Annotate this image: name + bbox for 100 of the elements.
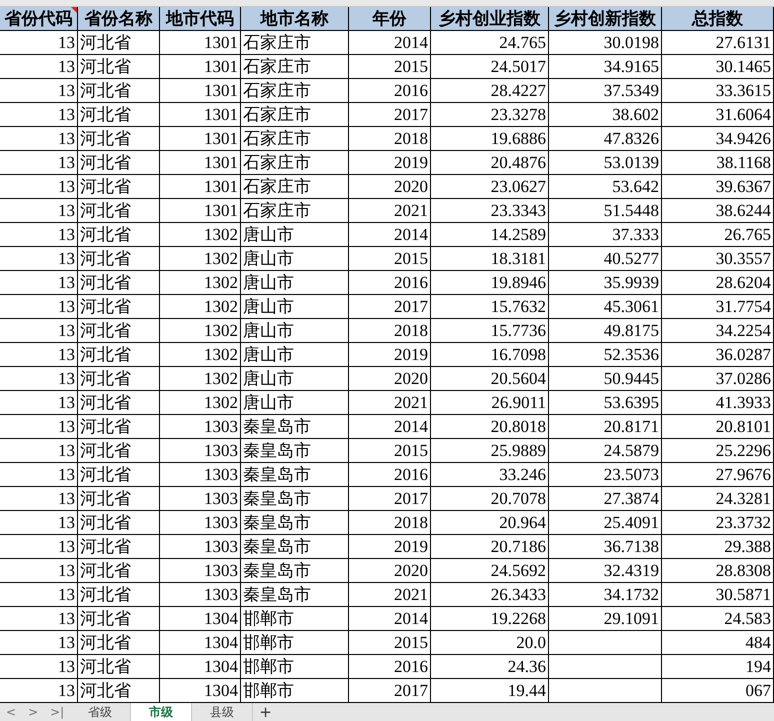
table-cell: 39.6367 [662,175,774,199]
table-cell: 唐山市 [241,367,349,391]
table-cell: 24.5692 [431,559,549,583]
table-cell: 石家庄市 [241,175,349,199]
table-cell: 唐山市 [241,391,349,415]
table-cell: 194 [662,655,774,679]
table-cell: 2015 [349,631,431,655]
table-cell: 邯郸市 [241,655,349,679]
table-cell: 2020 [349,559,431,583]
table-cell: 15.7736 [431,319,549,343]
table-cell: 19.6886 [431,127,549,151]
table-cell: 1304 [160,607,241,631]
table-cell: 2017 [349,103,431,127]
table-cell: 33.3615 [662,79,774,103]
table-cell: 2020 [349,367,431,391]
table-cell: 24.583 [662,607,774,631]
table-cell: 13 [0,271,78,295]
table-cell: 30.3557 [662,247,774,271]
table-cell: 47.8326 [549,127,662,151]
table-cell: 邯郸市 [241,607,349,631]
sheet-nav-button[interactable]: < [0,703,22,721]
table-cell: 38.1168 [662,151,774,175]
table-cell: 30.0198 [549,31,662,55]
table-cell: 1301 [160,175,241,199]
table-cell: 河北省 [78,415,160,439]
table-cell: 13 [0,391,78,415]
table-cell: 秦皇岛市 [241,463,349,487]
table-cell: 2018 [349,511,431,535]
table-cell: 石家庄市 [241,79,349,103]
add-sheet-button[interactable]: + [253,703,278,721]
table-cell: 2019 [349,151,431,175]
table-cell: 484 [662,631,774,655]
table-cell: 1304 [160,631,241,655]
table-cell: 秦皇岛市 [241,583,349,607]
table-cell: 唐山市 [241,295,349,319]
table-cell: 河北省 [78,31,160,55]
table-cell: 2014 [349,223,431,247]
table-cell: 20.8018 [431,415,549,439]
table-cell: 13 [0,55,78,79]
table-cell: 河北省 [78,463,160,487]
table-cell: 24.3281 [662,487,774,511]
table-cell: 河北省 [78,175,160,199]
table-cell: 1302 [160,391,241,415]
table-cell: 1301 [160,103,241,127]
table-cell: 1302 [160,367,241,391]
table-cell: 唐山市 [241,247,349,271]
table-cell: 18.3181 [431,247,549,271]
table-cell: 河北省 [78,223,160,247]
table-cell: 河北省 [78,55,160,79]
column-header: 乡村创新指数 [549,7,662,31]
table-cell: 19.2268 [431,607,549,631]
table-cell: 2020 [349,175,431,199]
table-cell: 1304 [160,655,241,679]
column-header: 总指数 [662,7,774,31]
sheet-nav-button[interactable]: >| [44,703,70,721]
table-cell: 秦皇岛市 [241,439,349,463]
table-cell: 2014 [349,415,431,439]
table-cell: 河北省 [78,199,160,223]
table-cell: 13 [0,127,78,151]
table-cell: 1303 [160,487,241,511]
table-cell: 唐山市 [241,271,349,295]
table-cell: 河北省 [78,391,160,415]
table-cell: 2018 [349,127,431,151]
table-cell: 2014 [349,31,431,55]
table-cell: 2019 [349,535,431,559]
table-cell: 34.1732 [549,583,662,607]
sheet-tab[interactable]: 市级 [131,703,192,721]
table-cell: 唐山市 [241,343,349,367]
table-cell: 秦皇岛市 [241,511,349,535]
table-cell: 唐山市 [241,319,349,343]
table-cell: 53.6395 [549,391,662,415]
column-header: 地市代码 [160,7,241,31]
table-cell: 石家庄市 [241,31,349,55]
sheet-tab[interactable]: 县级 [192,703,254,721]
table-cell: 13 [0,343,78,367]
table-cell: 唐山市 [241,223,349,247]
sheet-nav-button[interactable]: > [22,703,44,721]
table-cell: 24.36 [431,655,549,679]
table-cell: 1301 [160,79,241,103]
table-cell: 23.3278 [431,103,549,127]
table-cell: 2017 [349,487,431,511]
table-cell: 秦皇岛市 [241,535,349,559]
table-cell: 2017 [349,295,431,319]
table-cell: 河北省 [78,103,160,127]
table-cell: 石家庄市 [241,55,349,79]
table-cell: 25.9889 [431,439,549,463]
table-cell: 2016 [349,79,431,103]
table-cell: 河北省 [78,631,160,655]
table-cell: 2015 [349,247,431,271]
table-cell: 23.3732 [662,511,774,535]
table-cell: 河北省 [78,151,160,175]
table-cell: 13 [0,151,78,175]
table-cell: 河北省 [78,127,160,151]
table-cell: 20.4876 [431,151,549,175]
table-cell: 28.6204 [662,271,774,295]
table-cell: 30.5871 [662,583,774,607]
table-cell: 2016 [349,463,431,487]
table-cell: 13 [0,535,78,559]
table-cell: 26.765 [662,223,774,247]
table-cell: 13 [0,415,78,439]
